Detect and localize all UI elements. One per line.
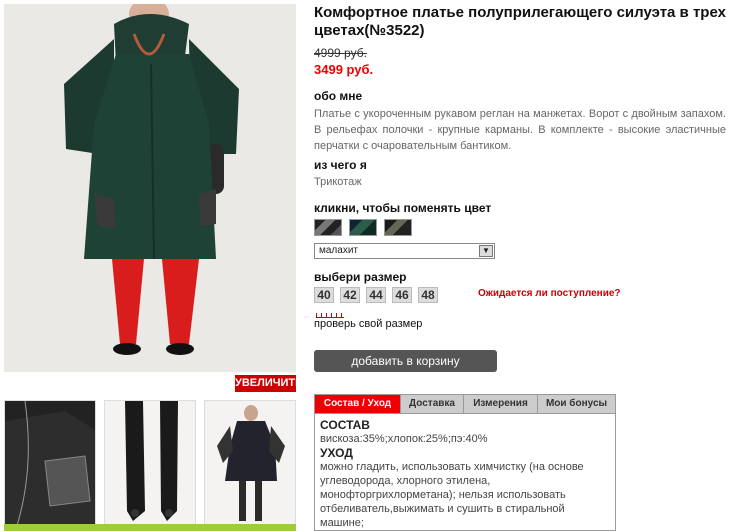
care-text: можно гладить, использовать химчистку (н… bbox=[320, 461, 584, 529]
tab-composition-care[interactable]: Состав / Уход bbox=[315, 395, 401, 413]
about-text: Платье с укороченным рукавом реглан на м… bbox=[314, 108, 726, 152]
size-heading: выбери размер bbox=[314, 270, 407, 284]
info-tabs: Состав / Уход Доставка Измерения Мои бон… bbox=[314, 394, 616, 414]
color-heading: кликни, чтобы поменять цвет bbox=[314, 201, 492, 215]
tab-measurements[interactable]: Измерения bbox=[464, 395, 538, 413]
color-swatch-2[interactable] bbox=[349, 219, 377, 236]
tab-delivery[interactable]: Доставка bbox=[401, 395, 464, 413]
tab-panel-composition-care: СОСТАВ вискоза:35%;хлопок:25%;пэ:40% УХО… bbox=[314, 414, 616, 531]
notify-availability-link[interactable]: Ожидается ли поступление? bbox=[478, 288, 621, 299]
old-price: 4999 руб. bbox=[314, 46, 367, 60]
ruler-icon bbox=[316, 311, 344, 318]
check-size-link[interactable]: проверь свой размер bbox=[314, 318, 422, 330]
model-illustration bbox=[4, 4, 296, 372]
full-look-image bbox=[205, 401, 295, 530]
size-option-40[interactable]: 40 bbox=[314, 287, 334, 303]
color-select-value: малахит bbox=[319, 245, 358, 256]
color-swatch-1[interactable] bbox=[314, 219, 342, 236]
chevron-down-icon[interactable]: ▼ bbox=[479, 245, 493, 257]
product-title: Комфортное платье полуприлегающего силуэ… bbox=[314, 4, 726, 39]
gloves-image bbox=[105, 401, 195, 530]
composition-heading: СОСТАВ bbox=[320, 418, 370, 432]
size-option-48[interactable]: 48 bbox=[418, 287, 438, 303]
size-option-46[interactable]: 46 bbox=[392, 287, 412, 303]
composition-text: вискоза:35%;хлопок:25%;пэ:40% bbox=[320, 433, 488, 445]
new-price: 3499 руб. bbox=[314, 62, 374, 77]
color-swatch-3[interactable] bbox=[384, 219, 412, 236]
add-to-cart-button[interactable]: добавить в корзину bbox=[314, 350, 497, 372]
thumbnail-gloves[interactable] bbox=[104, 400, 196, 531]
color-select[interactable]: малахит ▼ bbox=[314, 243, 495, 259]
main-product-photo[interactable] bbox=[4, 4, 296, 372]
tab-bonuses[interactable]: Мои бонусы bbox=[538, 395, 615, 413]
thumbnail-full-look[interactable] bbox=[204, 400, 296, 531]
size-option-44[interactable]: 44 bbox=[366, 287, 386, 303]
about-heading: обо мне bbox=[314, 89, 363, 103]
pocket-detail-image bbox=[5, 401, 95, 530]
promo-strip bbox=[4, 524, 296, 531]
size-option-42[interactable]: 42 bbox=[340, 287, 360, 303]
material-text: Трикотаж bbox=[314, 176, 362, 188]
care-heading: УХОД bbox=[320, 446, 353, 460]
zoom-button[interactable]: УВЕЛИЧИТЬ bbox=[235, 375, 303, 392]
thumbnail-detail-pocket[interactable] bbox=[4, 400, 96, 531]
material-heading: из чего я bbox=[314, 158, 367, 172]
